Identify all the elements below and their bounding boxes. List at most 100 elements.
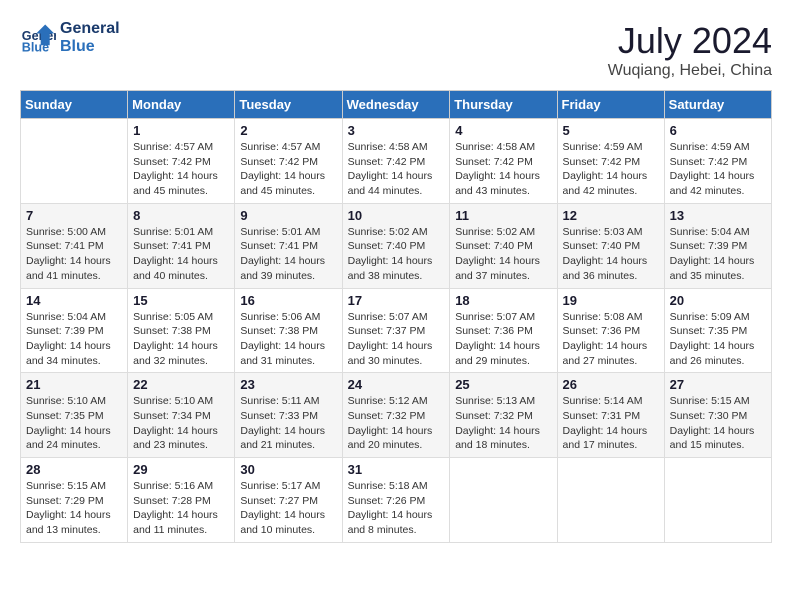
- day-info: Sunrise: 5:03 AMSunset: 7:40 PMDaylight:…: [563, 225, 659, 284]
- day-info: Sunrise: 5:18 AMSunset: 7:26 PMDaylight:…: [348, 479, 445, 538]
- day-number: 9: [240, 208, 336, 223]
- day-number: 22: [133, 377, 229, 392]
- calendar-cell: 14Sunrise: 5:04 AMSunset: 7:39 PMDayligh…: [21, 288, 128, 373]
- calendar-cell: 26Sunrise: 5:14 AMSunset: 7:31 PMDayligh…: [557, 373, 664, 458]
- day-number: 19: [563, 293, 659, 308]
- day-info: Sunrise: 5:06 AMSunset: 7:38 PMDaylight:…: [240, 310, 336, 369]
- day-number: 14: [26, 293, 122, 308]
- logo: General Blue General Blue: [20, 20, 120, 56]
- day-info: Sunrise: 5:12 AMSunset: 7:32 PMDaylight:…: [348, 394, 445, 453]
- day-number: 13: [670, 208, 766, 223]
- day-info: Sunrise: 5:10 AMSunset: 7:35 PMDaylight:…: [26, 394, 122, 453]
- calendar-table: SundayMondayTuesdayWednesdayThursdayFrid…: [20, 90, 772, 543]
- day-number: 15: [133, 293, 229, 308]
- day-number: 5: [563, 123, 659, 138]
- calendar-cell: 9 Sunrise: 5:01 AMSunset: 7:41 PMDaylight…: [235, 203, 342, 288]
- calendar-cell: 30 Sunrise: 5:17 AMSunset: 7:27 PMDayligh…: [235, 458, 342, 543]
- day-info: Sunrise: 4:57 AMSunset: 7:42 PMDaylight:…: [133, 140, 229, 199]
- calendar-week-row: 28 Sunrise: 5:15 AMSunset: 7:29 PMDayligh…: [21, 458, 772, 543]
- weekday-header-row: SundayMondayTuesdayWednesdayThursdayFrid…: [21, 91, 772, 119]
- day-number: 4: [455, 123, 551, 138]
- calendar-cell: 19Sunrise: 5:08 AMSunset: 7:36 PMDayligh…: [557, 288, 664, 373]
- weekday-header-saturday: Saturday: [664, 91, 771, 119]
- day-info: Sunrise: 4:58 AMSunset: 7:42 PMDaylight:…: [348, 140, 445, 199]
- day-info: Sunrise: 5:17 AMSunset: 7:27 PMDaylight:…: [240, 479, 336, 538]
- calendar-week-row: 7 Sunrise: 5:00 AMSunset: 7:41 PMDaylight…: [21, 203, 772, 288]
- logo-blue: Blue: [60, 38, 120, 56]
- calendar-week-row: 14Sunrise: 5:04 AMSunset: 7:39 PMDayligh…: [21, 288, 772, 373]
- day-info: Sunrise: 5:02 AMSunset: 7:40 PMDaylight:…: [455, 225, 551, 284]
- calendar-cell: 13 Sunrise: 5:04 AMSunset: 7:39 PMDayligh…: [664, 203, 771, 288]
- day-number: 28: [26, 462, 122, 477]
- calendar-cell: 28 Sunrise: 5:15 AMSunset: 7:29 PMDayligh…: [21, 458, 128, 543]
- day-info: Sunrise: 5:07 AMSunset: 7:36 PMDaylight:…: [455, 310, 551, 369]
- weekday-header-wednesday: Wednesday: [342, 91, 450, 119]
- day-number: 3: [348, 123, 445, 138]
- calendar-cell: 20 Sunrise: 5:09 AMSunset: 7:35 PMDayligh…: [664, 288, 771, 373]
- calendar-cell: 17 Sunrise: 5:07 AMSunset: 7:37 PMDayligh…: [342, 288, 450, 373]
- calendar-cell: 7 Sunrise: 5:00 AMSunset: 7:41 PMDaylight…: [21, 203, 128, 288]
- calendar-cell: [557, 458, 664, 543]
- calendar-cell: 21Sunrise: 5:10 AMSunset: 7:35 PMDayligh…: [21, 373, 128, 458]
- day-number: 1: [133, 123, 229, 138]
- day-info: Sunrise: 5:09 AMSunset: 7:35 PMDaylight:…: [670, 310, 766, 369]
- calendar-cell: 23 Sunrise: 5:11 AMSunset: 7:33 PMDayligh…: [235, 373, 342, 458]
- day-number: 6: [670, 123, 766, 138]
- day-number: 30: [240, 462, 336, 477]
- month-year-title: July 2024: [608, 20, 772, 62]
- day-number: 16: [240, 293, 336, 308]
- calendar-cell: 11 Sunrise: 5:02 AMSunset: 7:40 PMDayligh…: [450, 203, 557, 288]
- logo-icon: General Blue: [20, 20, 56, 56]
- day-number: 29: [133, 462, 229, 477]
- day-number: 11: [455, 208, 551, 223]
- calendar-cell: 5 Sunrise: 4:59 AMSunset: 7:42 PMDaylight…: [557, 119, 664, 204]
- title-section: July 2024 Wuqiang, Hebei, China: [608, 20, 772, 80]
- day-number: 31: [348, 462, 445, 477]
- day-info: Sunrise: 5:05 AMSunset: 7:38 PMDaylight:…: [133, 310, 229, 369]
- day-number: 20: [670, 293, 766, 308]
- day-number: 25: [455, 377, 551, 392]
- day-info: Sunrise: 5:00 AMSunset: 7:41 PMDaylight:…: [26, 225, 122, 284]
- day-info: Sunrise: 5:07 AMSunset: 7:37 PMDaylight:…: [348, 310, 445, 369]
- day-number: 18: [455, 293, 551, 308]
- weekday-header-thursday: Thursday: [450, 91, 557, 119]
- day-number: 26: [563, 377, 659, 392]
- weekday-header-sunday: Sunday: [21, 91, 128, 119]
- calendar-cell: 8Sunrise: 5:01 AMSunset: 7:41 PMDaylight…: [128, 203, 235, 288]
- calendar-cell: 3 Sunrise: 4:58 AMSunset: 7:42 PMDaylight…: [342, 119, 450, 204]
- calendar-cell: 4Sunrise: 4:58 AMSunset: 7:42 PMDaylight…: [450, 119, 557, 204]
- calendar-cell: 22 Sunrise: 5:10 AMSunset: 7:34 PMDayligh…: [128, 373, 235, 458]
- calendar-cell: 31 Sunrise: 5:18 AMSunset: 7:26 PMDayligh…: [342, 458, 450, 543]
- day-info: Sunrise: 5:16 AMSunset: 7:28 PMDaylight:…: [133, 479, 229, 538]
- calendar-cell: 1 Sunrise: 4:57 AMSunset: 7:42 PMDaylight…: [128, 119, 235, 204]
- day-info: Sunrise: 4:59 AMSunset: 7:42 PMDaylight:…: [670, 140, 766, 199]
- day-info: Sunrise: 4:57 AMSunset: 7:42 PMDaylight:…: [240, 140, 336, 199]
- calendar-cell: 27Sunrise: 5:15 AMSunset: 7:30 PMDayligh…: [664, 373, 771, 458]
- day-number: 12: [563, 208, 659, 223]
- day-number: 23: [240, 377, 336, 392]
- day-number: 7: [26, 208, 122, 223]
- calendar-cell: 10Sunrise: 5:02 AMSunset: 7:40 PMDayligh…: [342, 203, 450, 288]
- calendar-cell: 2 Sunrise: 4:57 AMSunset: 7:42 PMDaylight…: [235, 119, 342, 204]
- weekday-header-monday: Monday: [128, 91, 235, 119]
- location-title: Wuqiang, Hebei, China: [608, 62, 772, 80]
- day-number: 27: [670, 377, 766, 392]
- calendar-cell: 16 Sunrise: 5:06 AMSunset: 7:38 PMDayligh…: [235, 288, 342, 373]
- day-info: Sunrise: 5:10 AMSunset: 7:34 PMDaylight:…: [133, 394, 229, 453]
- calendar-cell: 25Sunrise: 5:13 AMSunset: 7:32 PMDayligh…: [450, 373, 557, 458]
- weekday-header-friday: Friday: [557, 91, 664, 119]
- day-info: Sunrise: 5:04 AMSunset: 7:39 PMDaylight:…: [670, 225, 766, 284]
- day-number: 17: [348, 293, 445, 308]
- day-info: Sunrise: 4:59 AMSunset: 7:42 PMDaylight:…: [563, 140, 659, 199]
- calendar-cell: 29 Sunrise: 5:16 AMSunset: 7:28 PMDayligh…: [128, 458, 235, 543]
- day-info: Sunrise: 5:01 AMSunset: 7:41 PMDaylight:…: [240, 225, 336, 284]
- day-info: Sunrise: 5:15 AMSunset: 7:29 PMDaylight:…: [26, 479, 122, 538]
- logo-general: General: [60, 20, 120, 38]
- calendar-week-row: 21Sunrise: 5:10 AMSunset: 7:35 PMDayligh…: [21, 373, 772, 458]
- calendar-cell: 18 Sunrise: 5:07 AMSunset: 7:36 PMDayligh…: [450, 288, 557, 373]
- day-info: Sunrise: 5:01 AMSunset: 7:41 PMDaylight:…: [133, 225, 229, 284]
- calendar-cell: [450, 458, 557, 543]
- day-number: 2: [240, 123, 336, 138]
- calendar-cell: 6 Sunrise: 4:59 AMSunset: 7:42 PMDaylight…: [664, 119, 771, 204]
- day-info: Sunrise: 5:11 AMSunset: 7:33 PMDaylight:…: [240, 394, 336, 453]
